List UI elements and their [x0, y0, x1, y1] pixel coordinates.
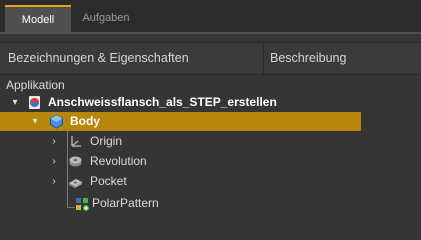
- tree-item-polarpattern[interactable]: PolarPattern: [0, 194, 421, 213]
- polarpattern-label: PolarPattern: [92, 196, 159, 210]
- tree-item-pocket[interactable]: › Pocket: [0, 172, 421, 191]
- tab-aufgaben[interactable]: Aufgaben: [72, 5, 140, 32]
- tab-bar: Modell Aufgaben: [0, 0, 421, 32]
- tree-item-body[interactable]: ▾ Body: [0, 112, 361, 131]
- tab-underline: [0, 32, 421, 34]
- revolution-label: Revolution: [90, 154, 147, 168]
- polar-pattern-icon: [75, 197, 90, 212]
- pocket-label: Pocket: [90, 174, 127, 188]
- chevron-right-icon[interactable]: ›: [49, 132, 59, 151]
- column-header-description[interactable]: Beschreibung: [270, 43, 346, 74]
- chevron-down-icon[interactable]: ▾: [10, 93, 20, 112]
- pocket-icon: [68, 174, 83, 189]
- tree-item-revolution[interactable]: › Revolution: [0, 152, 421, 171]
- root-label: Anschweissflansch_als_STEP_erstellen: [48, 95, 277, 109]
- chevron-down-icon[interactable]: ▾: [30, 112, 40, 131]
- tab-modell[interactable]: Modell: [5, 5, 71, 32]
- origin-label: Origin: [90, 134, 123, 148]
- revolution-icon: [68, 154, 83, 169]
- document-icon: [27, 95, 42, 110]
- tree-item-origin[interactable]: › Origin: [0, 132, 421, 151]
- body-icon: [49, 114, 64, 129]
- tree-header: Bezeichnungen & Eigenschaften Beschreibu…: [0, 42, 421, 75]
- chevron-right-icon[interactable]: ›: [49, 172, 59, 191]
- column-divider[interactable]: [263, 43, 264, 74]
- column-header-labels[interactable]: Bezeichnungen & Eigenschaften: [8, 43, 189, 74]
- origin-icon: [68, 134, 83, 149]
- chevron-right-icon[interactable]: ›: [49, 152, 59, 171]
- tree-item-root[interactable]: ▾ Anschweissflansch_als_STEP_erstellen: [0, 93, 421, 112]
- body-label: Body: [70, 114, 100, 128]
